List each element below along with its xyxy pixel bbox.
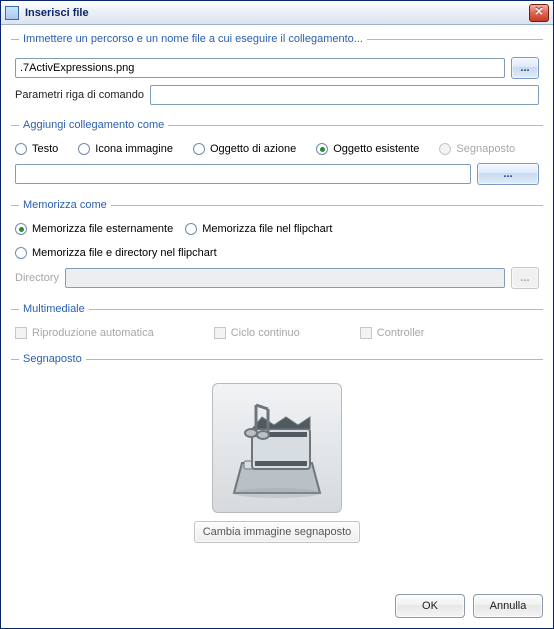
check-loop-label: Ciclo continuo — [231, 327, 300, 339]
radio-text-label: Testo — [32, 143, 58, 155]
check-controller: Controller — [360, 327, 425, 339]
radio-icon — [15, 247, 27, 259]
placeholder-legend: Segnaposto — [19, 353, 86, 365]
close-button[interactable]: ✕ — [529, 4, 549, 22]
radio-placeholder: Segnaposto — [439, 143, 515, 155]
link-as-legend: Aggiungi collegamento come — [19, 119, 168, 131]
radio-icon — [78, 143, 90, 155]
placeholder-image — [212, 383, 342, 513]
check-loop: Ciclo continuo — [214, 327, 300, 339]
radio-image-icon[interactable]: Icona immagine — [78, 143, 173, 155]
app-icon — [5, 6, 19, 20]
file-path-input[interactable] — [15, 58, 505, 78]
radio-icon — [15, 223, 27, 235]
radio-store-dir-in-flipchart-label: Memorizza file e directory nel flipchart — [32, 247, 217, 259]
check-autoplay: Riproduzione automatica — [15, 327, 154, 339]
radio-placeholder-label: Segnaposto — [456, 143, 515, 155]
change-placeholder-button[interactable]: Cambia immagine segnaposto — [194, 521, 361, 543]
dialog-content: Immettere un percorso e un nome file a c… — [1, 25, 553, 588]
media-placeholder-icon — [222, 393, 332, 503]
params-input[interactable] — [150, 85, 539, 105]
radio-existing-object-label: Oggetto esistente — [333, 143, 419, 155]
checkbox-icon — [360, 327, 372, 339]
radio-text[interactable]: Testo — [15, 143, 58, 155]
radio-image-icon-label: Icona immagine — [95, 143, 173, 155]
store-as-legend: Memorizza come — [19, 199, 111, 211]
title-bar: Inserisci file ✕ — [1, 1, 553, 25]
ok-button[interactable]: OK — [395, 594, 465, 618]
params-label: Parametri riga di comando — [15, 89, 144, 101]
check-autoplay-label: Riproduzione automatica — [32, 327, 154, 339]
directory-browse-button: ... — [511, 267, 539, 289]
multimedia-legend: Multimediale — [19, 303, 89, 315]
radio-store-dir-in-flipchart[interactable]: Memorizza file e directory nel flipchart — [15, 247, 217, 259]
radio-icon — [15, 143, 27, 155]
radio-icon — [193, 143, 205, 155]
close-icon: ✕ — [534, 6, 543, 18]
directory-label: Directory — [15, 272, 59, 284]
check-controller-label: Controller — [377, 327, 425, 339]
radio-store-external-label: Memorizza file esternamente — [32, 223, 173, 235]
checkbox-icon — [15, 327, 27, 339]
dialog-button-row: OK Annulla — [1, 588, 553, 628]
store-as-group: Memorizza come Memorizza file esternamen… — [11, 199, 543, 297]
radio-action-object-label: Oggetto di azione — [210, 143, 296, 155]
link-as-group: Aggiungi collegamento come Testo Icona i… — [11, 119, 543, 193]
placeholder-group: Segnaposto — [11, 353, 543, 580]
dialog-window: Inserisci file ✕ Immettere un percorso e… — [0, 0, 554, 629]
cancel-button[interactable]: Annulla — [473, 594, 543, 618]
multimedia-group: Multimediale Riproduzione automatica Cic… — [11, 303, 543, 347]
directory-input — [65, 268, 505, 288]
radio-icon — [185, 223, 197, 235]
checkbox-icon — [214, 327, 226, 339]
window-title: Inserisci file — [25, 7, 529, 19]
radio-existing-object[interactable]: Oggetto esistente — [316, 143, 419, 155]
radio-icon — [439, 143, 451, 155]
radio-store-in-flipchart-label: Memorizza file nel flipchart — [202, 223, 332, 235]
radio-icon — [316, 143, 328, 155]
radio-action-object[interactable]: Oggetto di azione — [193, 143, 296, 155]
radio-store-external[interactable]: Memorizza file esternamente — [15, 223, 173, 235]
path-group: Immettere un percorso e un nome file a c… — [11, 33, 543, 113]
file-browse-button[interactable]: ... — [511, 57, 539, 79]
existing-object-browse-button[interactable]: ... — [477, 163, 539, 185]
path-group-legend: Immettere un percorso e un nome file a c… — [19, 33, 367, 45]
radio-store-in-flipchart[interactable]: Memorizza file nel flipchart — [185, 223, 332, 235]
existing-object-input[interactable] — [15, 164, 471, 184]
